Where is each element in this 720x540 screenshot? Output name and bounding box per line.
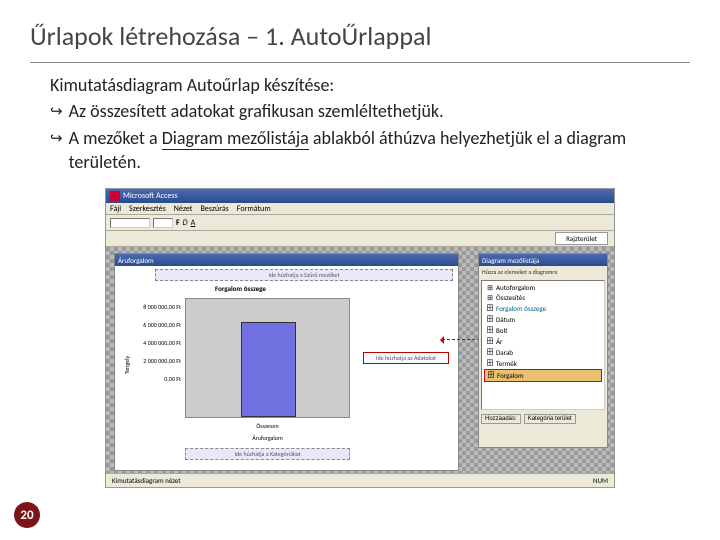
field-list-item[interactable]: 田Forgalom összege (484, 303, 602, 314)
body-line-3: A mezőket a Diagram mezőlistája ablakból… (69, 126, 690, 175)
field-label: Bolt (496, 326, 507, 335)
slide-title: Űrlapok létrehozása – 1. AutoŰrlappal (30, 20, 690, 56)
menu-bar[interactable]: Fájl Szerkesztés Nézet Beszúrás Formátum (106, 203, 614, 215)
status-text: Kimutatásdiagram nézet (112, 476, 181, 485)
tree-expand-icon[interactable]: 田 (486, 314, 494, 324)
menu-item[interactable]: Formátum (237, 204, 271, 214)
form-window-titlebar[interactable]: Áruforgalom (115, 254, 458, 266)
add-to-button[interactable]: Hozzáadás: (481, 414, 521, 424)
menu-item[interactable]: Fájl (110, 204, 121, 214)
pivot-toolbar: Rajzterület (106, 231, 614, 247)
app-title: Microsoft Access (123, 191, 178, 201)
mdi-workarea: Áruforgalom Ide húzhatja a Szűrő mezőket… (106, 247, 614, 473)
drop-zone-category[interactable]: Ide húzhatja a Kategóriákat (185, 448, 350, 460)
tree-expand-icon[interactable]: 田 (486, 347, 494, 357)
y-axis-ticks: 8 000 000,00 Ft 6 000 000,00 Ft 4 000 00… (133, 298, 181, 388)
body-line-2: Az összesített adatokat grafikusan szeml… (69, 99, 444, 123)
font-combo[interactable] (110, 218, 150, 228)
field-label: Termék (496, 359, 517, 368)
field-label: Forgalom összege (496, 304, 546, 313)
area-combo-button[interactable]: Kategória terület (524, 414, 576, 424)
field-label: Összesítés (496, 293, 525, 302)
field-list-footer: Hozzáadás: Kategória terület (479, 412, 607, 426)
field-label: Ár (496, 337, 503, 346)
chart-bar[interactable] (241, 322, 296, 417)
field-list-item[interactable]: ⊞Autoforgalom (484, 283, 602, 293)
field-list-panel[interactable]: Diagram mezőlistája Húzza az elemeket a … (478, 253, 608, 448)
field-list-item[interactable]: 田Forgalom (484, 369, 602, 382)
field-list-item[interactable]: 田Termék (484, 358, 602, 369)
tree-expand-icon[interactable]: ⊞ (486, 293, 494, 302)
field-list-item[interactable]: ⊞Összesítés (484, 293, 602, 303)
field-label: Darab (496, 348, 513, 357)
field-label: Forgalom (497, 371, 524, 380)
pivot-area-label: Rajzterület (555, 232, 608, 245)
field-list-item[interactable]: 田Bolt (484, 325, 602, 336)
body-line-1: Kimutatásdiagram Autoűrlap készítése: (50, 73, 334, 97)
italic-button[interactable]: D (183, 218, 188, 228)
field-list-instruction: Húzza az elemeket a diagramra (479, 266, 607, 278)
form-window[interactable]: Áruforgalom Ide húzhatja a Szűrő mezőket… (114, 253, 459, 471)
drop-zone-data[interactable]: Ide húzhatja az Adatokat (363, 352, 449, 364)
field-list-item[interactable]: 田Dátum (484, 314, 602, 325)
x-axis-sublabel: Áruforgalom (185, 434, 350, 442)
field-label: Dátum (496, 315, 515, 324)
y-axis-label: Tengely (123, 356, 131, 374)
tree-expand-icon[interactable]: 田 (486, 325, 494, 335)
tree-expand-icon[interactable]: 田 (486, 303, 494, 313)
tree-expand-icon[interactable]: ⊞ (486, 283, 494, 292)
bullet-icon: ↪ (50, 129, 63, 149)
bold-button[interactable]: F (176, 218, 180, 228)
plot-area[interactable] (185, 298, 350, 418)
form-title: Áruforgalom (118, 256, 154, 265)
formatting-toolbar[interactable]: F D A (106, 215, 614, 231)
x-axis-label: Összesen (185, 422, 350, 430)
size-combo[interactable] (153, 218, 173, 228)
chart-title: Forgalom összege (215, 284, 266, 293)
field-list-item[interactable]: 田Darab (484, 347, 602, 358)
status-bar: Kimutatásdiagram nézet NUM (106, 473, 614, 487)
underline-button[interactable]: A (191, 218, 196, 228)
drop-zone-filter[interactable]: Ide húzhatja a Szűrő mezőket (155, 269, 453, 281)
tree-expand-icon[interactable]: 田 (486, 336, 494, 346)
app-titlebar: Microsoft Access (106, 189, 614, 203)
bullet-icon: ↪ (50, 102, 63, 122)
tree-expand-icon[interactable]: 田 (486, 358, 494, 368)
tree-expand-icon[interactable]: 田 (487, 370, 495, 380)
page-number-badge: 20 (14, 502, 40, 528)
field-list-item[interactable]: 田Ár (484, 336, 602, 347)
embedded-screenshot: Microsoft Access Fájl Szerkesztés Nézet … (105, 188, 615, 488)
menu-item[interactable]: Nézet (174, 204, 193, 214)
field-list-titlebar[interactable]: Diagram mezőlistája (479, 254, 607, 266)
field-list-items[interactable]: ⊞Autoforgalom⊞Összesítés田Forgalom összeg… (481, 280, 605, 410)
title-divider (30, 62, 690, 63)
status-num: NUM (593, 476, 608, 485)
menu-item[interactable]: Szerkesztés (129, 204, 166, 214)
access-app-icon (110, 191, 120, 201)
field-label: Autoforgalom (496, 283, 535, 292)
slide-body: Kimutatásdiagram Autoűrlap készítése: ↪ … (30, 73, 690, 174)
menu-item[interactable]: Beszúrás (200, 204, 228, 214)
pivotchart-area[interactable]: Ide húzhatja a Szűrő mezőket Forgalom ös… (115, 266, 458, 470)
